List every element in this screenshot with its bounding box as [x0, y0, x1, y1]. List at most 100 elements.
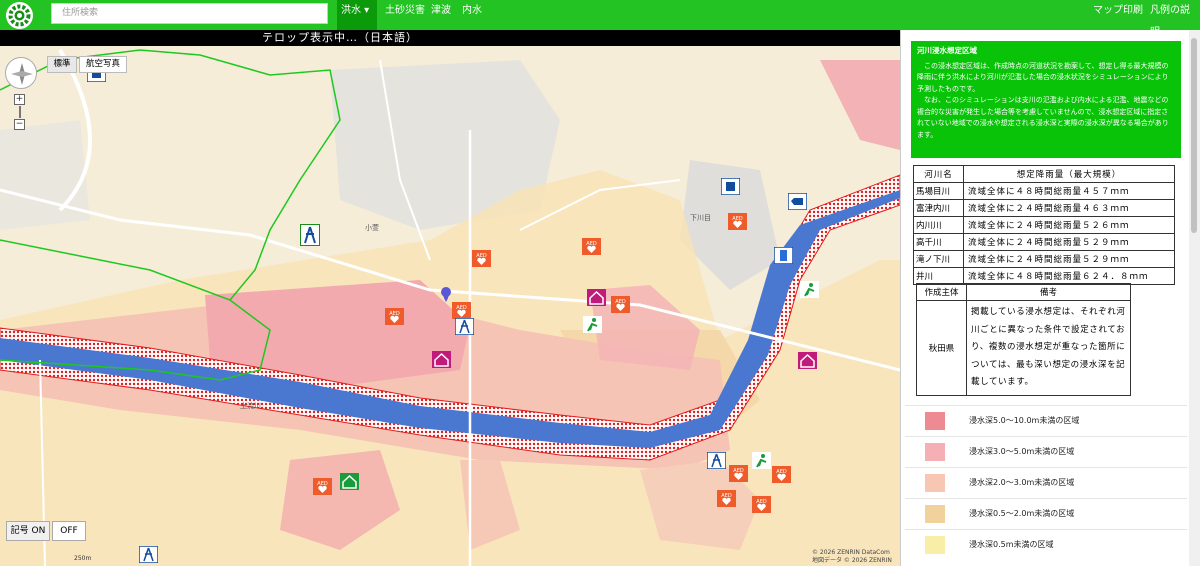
- table-row: 馬場目川 流域全体に４８時間総雨量４５７ｍｍ: [913, 182, 1175, 200]
- legend-swatch: [925, 412, 945, 430]
- evacuation-person-icon[interactable]: [800, 281, 819, 298]
- aed-icon[interactable]: AED: [582, 238, 601, 255]
- logo-icon[interactable]: [6, 2, 33, 29]
- rainfall-value: 流域全体に４８時間総雨量６２４．８ｍｍ: [963, 267, 1175, 285]
- area-label: 下川目: [690, 214, 711, 222]
- river-name: 内川川: [913, 216, 964, 234]
- evacuation-person-icon[interactable]: [583, 316, 602, 333]
- svg-text:AED: AED: [776, 469, 787, 475]
- zoom-slider[interactable]: [19, 106, 21, 118]
- notice-box: 河川浸水想定区域 この浸水想定区域は、作成時点の河道状況を勘案して、想定し得る最…: [911, 41, 1181, 158]
- rainfall-value: 流域全体に２４時間総雨量５２９ｍｍ: [963, 233, 1175, 251]
- river-name-label: 上流川: [240, 401, 261, 410]
- legend-label: 浸水深5.0～10.0m未満の区域: [969, 416, 1080, 425]
- river-name: 馬場目川: [913, 182, 964, 200]
- aed-icon[interactable]: AED: [772, 466, 791, 483]
- svg-text:AED: AED: [317, 481, 328, 487]
- shelter-icon[interactable]: [587, 289, 606, 306]
- table-header: 作成主体: [916, 283, 967, 301]
- legend-swatch: [925, 443, 945, 461]
- tab-flood[interactable]: 洪水 ▾: [337, 0, 377, 30]
- copyright-line: © 2026 ZENRIN DataCom: [812, 549, 890, 556]
- map-type-standard-button[interactable]: 標準: [47, 56, 77, 73]
- aed-icon[interactable]: AED: [611, 296, 630, 313]
- svg-text:AED: AED: [732, 216, 743, 222]
- table-row: 滝ノ下川 流域全体に２４時間総雨量５２９ｍｍ: [913, 250, 1175, 268]
- water-gauge-icon[interactable]: [774, 247, 793, 264]
- table-row: 秋田県 掲載している浸水想定は、それぞれ河川ごとに異なった条件で設定されており、…: [916, 300, 1131, 396]
- scrollbar-thumb[interactable]: [1191, 38, 1197, 233]
- top-bar: 住所検索 洪水 ▾ 土砂災害 津波 内水 マップ印刷 凡例の説明: [0, 0, 1200, 38]
- rainfall-value: 流域全体に２４時間総雨量５２６ｍｍ: [963, 216, 1175, 234]
- legend-label: 浸水深3.0～5.0m未満の区域: [969, 447, 1075, 456]
- river-name: 滝ノ下川: [913, 250, 964, 268]
- table-row: 内川川 流域全体に２４時間総雨量５２６ｍｍ: [913, 216, 1175, 234]
- aed-icon[interactable]: AED: [313, 478, 332, 495]
- table-row: 富津内川 流域全体に２４時間総雨量４６３ｍｍ: [913, 199, 1175, 217]
- facility-icon[interactable]: [721, 178, 740, 195]
- shelter-icon[interactable]: [798, 352, 817, 369]
- table-header: 想定降雨量（最大規模）: [963, 165, 1175, 183]
- rainfall-value: 流域全体に４８時間総雨量４５７ｍｍ: [963, 182, 1175, 200]
- aed-icon[interactable]: AED: [728, 213, 747, 230]
- notes-table: 作成主体 備考 秋田県 掲載している浸水想定は、それぞれ河川ごとに異なった条件で…: [916, 283, 1131, 396]
- svg-text:AED: AED: [586, 241, 597, 247]
- legend-label: 浸水深2.0～3.0m未満の区域: [969, 478, 1075, 487]
- svg-text:AED: AED: [733, 468, 744, 474]
- copyright-line: 地図データ © 2026 ZENRIN: [812, 557, 892, 564]
- print-map-link[interactable]: マップ印刷: [1089, 0, 1147, 30]
- svg-text:AED: AED: [615, 299, 626, 305]
- copyright-text: © 2026 ZENRIN DataCom 地図データ © 2026 ZENRI…: [812, 549, 892, 565]
- aed-icon[interactable]: AED: [385, 308, 404, 325]
- legend-swatch: [925, 536, 945, 554]
- tab-sediment-disaster[interactable]: 土砂災害: [381, 0, 429, 30]
- legend-item: 浸水深3.0～5.0m未満の区域: [905, 436, 1187, 467]
- evacuation-tower-icon[interactable]: [139, 546, 158, 563]
- scale-bar: 250m: [74, 555, 92, 562]
- legend-label: 浸水深0.5～2.0m未満の区域: [969, 509, 1075, 518]
- symbols-on-button[interactable]: 記号 ON: [6, 521, 50, 541]
- map-canvas[interactable]: 上流川 小萱 下川目: [0, 30, 900, 566]
- ticker-banner: テロップ表示中…（日本語）: [0, 30, 900, 46]
- zoom-out-button[interactable]: −: [14, 119, 25, 130]
- aed-icon[interactable]: AED: [752, 496, 771, 513]
- search-input[interactable]: 住所検索: [51, 3, 328, 24]
- svg-text:AED: AED: [756, 499, 767, 505]
- table-header: 河川名: [913, 165, 964, 183]
- rainfall-table: 河川名 想定降雨量（最大規模） 馬場目川 流域全体に４８時間総雨量４５７ｍｍ 富津…: [913, 165, 1175, 285]
- facility-icon[interactable]: [788, 193, 807, 210]
- tsunami-tower-icon[interactable]: [300, 224, 320, 246]
- legend-help-link[interactable]: 凡例の説明: [1146, 0, 1200, 38]
- aed-icon[interactable]: AED: [729, 465, 748, 482]
- tab-tsunami[interactable]: 津波: [427, 0, 455, 30]
- author-cell: 秋田県: [916, 300, 967, 396]
- table-row: 井川 流域全体に４８時間総雨量６２４．８ｍｍ: [913, 267, 1175, 285]
- legend-label: 浸水深0.5m未満の区域: [969, 540, 1054, 549]
- notice-paragraph: この浸水想定区域は、作成時点の河道状況を勘案して、想定し得る最大規模の降雨に伴う…: [917, 61, 1169, 93]
- svg-text:AED: AED: [721, 493, 732, 499]
- hazard-map[interactable]: 上流川 小萱 下川目 AED AED AED AED AED AED AED A…: [0, 30, 900, 566]
- memo-cell: 掲載している浸水想定は、それぞれ河川ごとに異なった条件で設定されており、複数の浸…: [966, 300, 1131, 396]
- aed-icon[interactable]: AED: [452, 302, 471, 319]
- evacuation-site-icon[interactable]: [340, 473, 359, 490]
- tab-inland-water[interactable]: 内水: [458, 0, 486, 30]
- river-name: 富津内川: [913, 199, 964, 217]
- compass-icon[interactable]: [5, 57, 37, 89]
- shelter-icon[interactable]: [432, 351, 451, 368]
- table-header: 備考: [966, 283, 1131, 301]
- evacuation-tower-icon[interactable]: [707, 452, 726, 469]
- legend-item: 浸水深2.0～3.0m未満の区域: [905, 467, 1187, 498]
- aed-icon[interactable]: AED: [472, 250, 491, 267]
- svg-text:AED: AED: [476, 253, 487, 259]
- evacuation-person-icon[interactable]: [752, 452, 771, 469]
- aed-icon[interactable]: AED: [717, 490, 736, 507]
- panel-scrollbar[interactable]: [1189, 30, 1200, 566]
- zoom-in-button[interactable]: +: [14, 94, 25, 105]
- map-type-aerial-button[interactable]: 航空写真: [79, 56, 127, 73]
- table-row: 高千川 流域全体に２４時間総雨量５２９ｍｍ: [913, 233, 1175, 251]
- symbols-off-button[interactable]: OFF: [52, 521, 86, 541]
- river-name: 井川: [913, 267, 964, 285]
- notice-paragraph: なお、このシミュレーションは支川の氾濫および内水による氾濫、地震などの複合的な災…: [917, 96, 1169, 139]
- legend-swatch: [925, 505, 945, 523]
- evacuation-tower-icon[interactable]: [455, 318, 474, 335]
